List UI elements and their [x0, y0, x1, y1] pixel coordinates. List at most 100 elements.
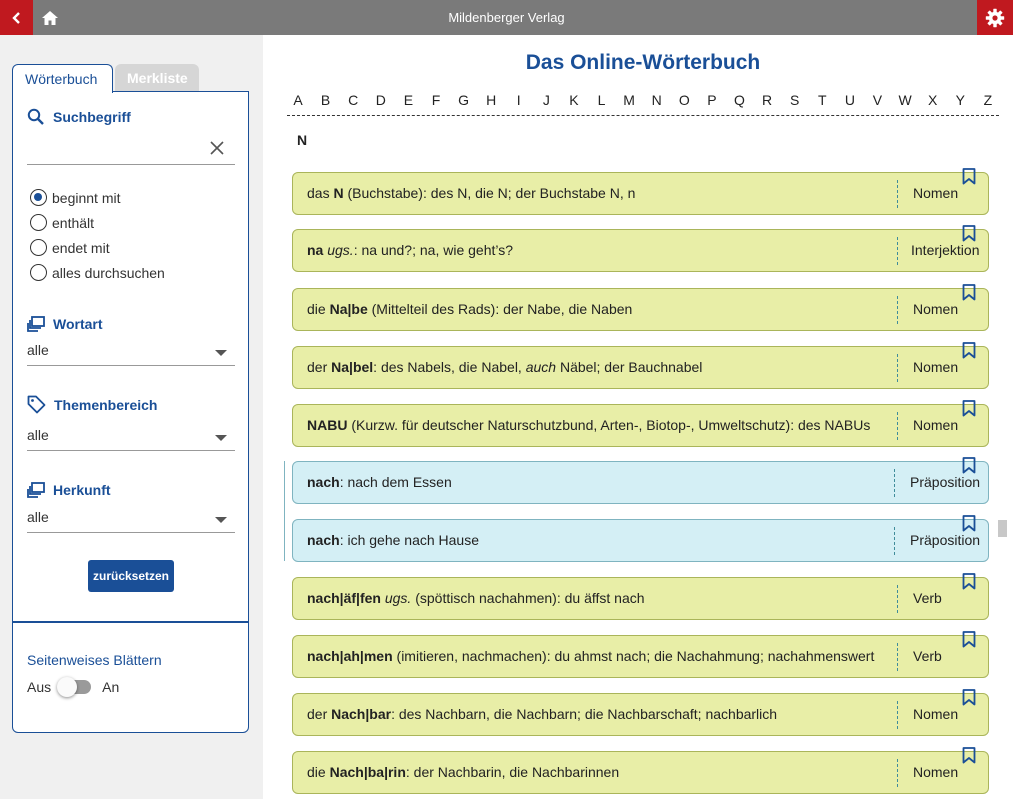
entry-definition: : des Nachbarn, die Nachbarn; die Nachba…	[391, 706, 778, 722]
tab-woerterbuch[interactable]: Wörterbuch	[12, 64, 113, 93]
bookmark-button[interactable]	[962, 342, 976, 364]
bookmark-button[interactable]	[962, 400, 976, 422]
letter-link-a[interactable]: A	[287, 92, 309, 115]
entry-divider	[897, 585, 898, 613]
selection-indicator	[284, 461, 285, 561]
letter-link-u[interactable]: U	[839, 92, 861, 115]
entry-text: der Na|bel: des Nabels, die Nabel, auch …	[307, 347, 702, 388]
entry-text: das N (Buchstabe): des N, die N; der Buc…	[307, 173, 635, 214]
letter-link-g[interactable]: G	[453, 92, 475, 115]
toggle-knob[interactable]	[57, 677, 78, 697]
radio-alles-durchsuchen[interactable]: alles durchsuchen	[30, 264, 165, 281]
dictionary-entry[interactable]: na ugs.: na und?; na, wie geht’s? Interje…	[292, 225, 989, 272]
entry-headword: nach|äf|fen	[307, 590, 381, 606]
entry-text: nach: nach dem Essen	[307, 462, 452, 503]
bookmark-button[interactable]	[962, 457, 976, 479]
reset-button[interactable]: zurücksetzen	[88, 560, 174, 592]
letter-link-j[interactable]: J	[535, 92, 557, 115]
dictionary-entry[interactable]: nach: ich gehe nach Hause Präposition	[292, 515, 989, 562]
letter-link-l[interactable]: L	[591, 92, 613, 115]
letter-link-e[interactable]: E	[397, 92, 419, 115]
entry-definition: : des Nabels, die Nabel,	[373, 359, 526, 375]
letter-link-v[interactable]: V	[866, 92, 888, 115]
bookmark-button[interactable]	[962, 747, 976, 769]
entry-word-class: Nomen	[913, 301, 959, 317]
letter-link-m[interactable]: M	[618, 92, 640, 115]
letter-link-f[interactable]: F	[425, 92, 447, 115]
dictionary-entry[interactable]: die Nach|ba|rin: der Nachbarin, die Nach…	[292, 747, 989, 794]
filter-panel: Suchbegriff beginnt mit enthält endet mi…	[12, 91, 249, 733]
letter-link-c[interactable]: C	[342, 92, 364, 115]
dictionary-entry[interactable]: NABU (Kurzw. für deutscher Naturschutzbu…	[292, 400, 989, 447]
radio-enthaelt[interactable]: enthält	[30, 214, 94, 231]
entry-usage: auch	[525, 359, 557, 375]
bookmark-icon	[962, 225, 976, 242]
entry-divider	[897, 180, 898, 208]
themenbereich-value: alle	[27, 427, 49, 443]
entry-divider	[897, 237, 898, 265]
dictionary-entry[interactable]: nach|äf|fen ugs. (spöttisch nachahmen): …	[292, 573, 989, 620]
bookmark-icon	[962, 284, 976, 301]
letter-link-k[interactable]: K	[563, 92, 585, 115]
letter-link-y[interactable]: Y	[949, 92, 971, 115]
letter-link-x[interactable]: X	[922, 92, 944, 115]
gear-icon	[985, 8, 1005, 27]
dictionary-entry[interactable]: nach|ah|men (imitieren, nachmachen): du …	[292, 631, 989, 678]
tab-merkliste[interactable]: Merkliste	[115, 64, 199, 92]
bookmark-button[interactable]	[962, 573, 976, 595]
bookmark-button[interactable]	[962, 515, 976, 537]
entry-text: der Nach|bar: des Nachbarn, die Nachbarn…	[307, 694, 777, 735]
bookmark-button[interactable]	[962, 689, 976, 711]
wortart-select[interactable]: alle	[27, 342, 235, 366]
letter-link-r[interactable]: R	[756, 92, 778, 115]
dictionary-entry[interactable]: die Na|be (Mittelteil des Rads): der Nab…	[292, 284, 989, 331]
entry-headword: nach|ah|men	[307, 648, 393, 664]
radio-beginnt-mit[interactable]: beginnt mit	[30, 189, 120, 206]
current-letter-heading: N	[297, 132, 308, 148]
entry-usage: ugs.	[384, 590, 412, 606]
letter-link-w[interactable]: W	[894, 92, 916, 115]
entry-usage: ugs.	[327, 242, 354, 258]
bookmark-button[interactable]	[962, 168, 976, 190]
letter-link-i[interactable]: I	[508, 92, 530, 115]
bookmark-button[interactable]	[962, 631, 976, 653]
top-bar: Mildenberger Verlag	[0, 0, 1013, 35]
entry-divider	[897, 643, 898, 671]
entry-word-class: Nomen	[913, 706, 959, 722]
entry-definition: (imitieren, nachmachen): du ahmst nach; …	[392, 648, 875, 664]
dictionary-entry[interactable]: das N (Buchstabe): des N, die N; der Buc…	[292, 168, 989, 215]
letter-link-h[interactable]: H	[480, 92, 502, 115]
letter-link-p[interactable]: P	[701, 92, 723, 115]
entry-article: das	[307, 185, 334, 201]
letter-link-n[interactable]: N	[646, 92, 668, 115]
bookmark-button[interactable]	[962, 284, 976, 306]
letter-link-z[interactable]: Z	[977, 92, 999, 115]
radio-label: enthält	[52, 214, 95, 231]
search-input[interactable]	[27, 164, 235, 165]
settings-button[interactable]	[977, 0, 1013, 35]
letter-link-q[interactable]: Q	[729, 92, 751, 115]
page-title: Das Online-Wörterbuch	[525, 51, 761, 74]
wortart-title: Wortart	[53, 316, 103, 332]
paging-toggle[interactable]	[57, 677, 92, 697]
scrollbar-thumb[interactable]	[998, 520, 1007, 537]
bookmark-button[interactable]	[962, 225, 976, 247]
dictionary-entry[interactable]: nach: nach dem Essen Präposition	[292, 457, 989, 504]
bookmark-icon	[962, 342, 976, 359]
letter-link-b[interactable]: B	[315, 92, 337, 115]
entry-headword: nach	[307, 474, 340, 490]
radio-endet-mit[interactable]: endet mit	[30, 239, 110, 256]
bookmark-icon	[962, 400, 976, 417]
dictionary-entry[interactable]: der Nach|bar: des Nachbarn, die Nachbarn…	[292, 689, 989, 736]
clear-search-button[interactable]	[207, 138, 227, 158]
letter-link-s[interactable]: S	[784, 92, 806, 115]
letter-link-o[interactable]: O	[673, 92, 695, 115]
themenbereich-select[interactable]: alle	[27, 427, 235, 451]
bookmark-icon	[962, 573, 976, 590]
herkunft-select[interactable]: alle	[27, 509, 235, 533]
letter-link-d[interactable]: D	[370, 92, 392, 115]
search-section-title: Suchbegriff	[27, 108, 131, 126]
letter-link-t[interactable]: T	[811, 92, 833, 115]
chevron-down-icon	[215, 435, 227, 441]
dictionary-entry[interactable]: der Na|bel: des Nabels, die Nabel, auch …	[292, 342, 989, 389]
